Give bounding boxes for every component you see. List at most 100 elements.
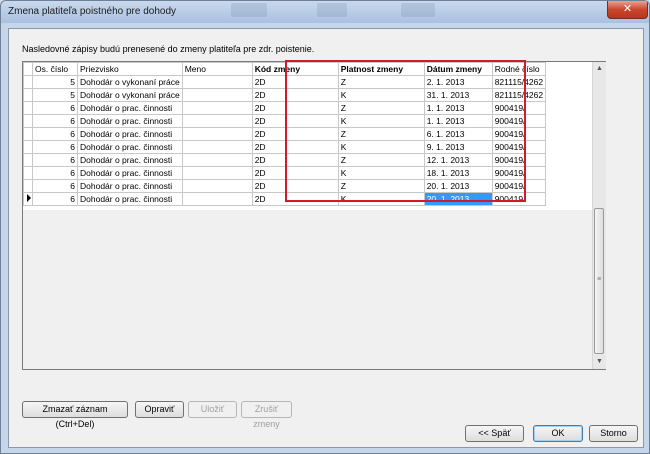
title-bar[interactable]: Zmena platiteľa poistného pre dohody ✕ <box>1 1 649 23</box>
scroll-up-icon[interactable]: ▲ <box>593 62 606 76</box>
cell-platnost-zmeny[interactable]: Z <box>337 153 425 167</box>
cell-priezvisko[interactable]: Dohodár o vykonaní práce <box>77 88 183 102</box>
save-button[interactable]: Uložiť <box>188 401 237 418</box>
cell-datum-zmeny[interactable]: 2. 1. 2013 <box>423 75 493 89</box>
cell-priezvisko[interactable]: Dohodár o prac. činnosti <box>77 140 183 154</box>
cell-datum-zmeny[interactable]: 1. 1. 2013 <box>423 101 493 115</box>
cell-kod-zmeny[interactable]: 2D <box>251 88 339 102</box>
cell-meno[interactable] <box>181 166 253 180</box>
cell-priezvisko[interactable]: Dohodár o prac. činnosti <box>77 166 183 180</box>
cell-rodne-cislo[interactable]: 900419/ <box>491 101 547 115</box>
edit-button[interactable]: Opraviť <box>135 401 184 418</box>
cell-datum-zmeny[interactable]: 20. 1. 2013 <box>423 192 493 206</box>
scroll-down-icon[interactable]: ▼ <box>593 355 606 369</box>
cell-rodne-cislo[interactable]: 821115/4262 <box>491 88 547 102</box>
cell-os-cislo[interactable]: 6 <box>32 192 78 206</box>
cell-os-cislo[interactable]: 6 <box>32 153 78 167</box>
cell-os-cislo[interactable]: 6 <box>32 166 78 180</box>
cell-kod-zmeny[interactable]: 2D <box>251 140 339 154</box>
row-indicator[interactable] <box>23 114 33 128</box>
column-header-kod-zmeny[interactable]: Kód zmeny <box>251 62 339 76</box>
row-indicator[interactable] <box>23 88 33 102</box>
cell-priezvisko[interactable]: Dohodár o prac. činnosti <box>77 101 183 115</box>
row-indicator[interactable] <box>23 140 33 154</box>
cell-os-cislo[interactable]: 6 <box>32 127 78 141</box>
table-row[interactable]: 6 Dohodár o prac. činnosti 2D Z 12. 1. 2013 9… <box>23 153 547 167</box>
cell-kod-zmeny[interactable]: 2D <box>251 127 339 141</box>
cell-datum-zmeny[interactable]: 31. 1. 2013 <box>423 88 493 102</box>
cell-meno[interactable] <box>181 179 253 193</box>
cell-meno[interactable] <box>181 127 253 141</box>
cell-os-cislo[interactable]: 6 <box>32 114 78 128</box>
cell-meno[interactable] <box>181 140 253 154</box>
cell-rodne-cislo[interactable]: 900419/ <box>491 166 547 180</box>
row-indicator[interactable] <box>23 192 33 206</box>
cell-rodne-cislo[interactable]: 900419/ <box>491 192 547 206</box>
cell-platnost-zmeny[interactable]: Z <box>337 127 425 141</box>
cell-platnost-zmeny[interactable]: K <box>337 140 425 154</box>
column-header-datum-zmeny[interactable]: Dátum zmeny <box>423 62 493 76</box>
cell-os-cislo[interactable]: 6 <box>32 101 78 115</box>
cell-rodne-cislo[interactable]: 900419/ <box>491 179 547 193</box>
cell-meno[interactable] <box>181 75 253 89</box>
cell-priezvisko[interactable]: Dohodár o prac. činnosti <box>77 127 183 141</box>
cell-platnost-zmeny[interactable]: Z <box>337 75 425 89</box>
cell-os-cislo[interactable]: 6 <box>32 179 78 193</box>
table-row[interactable]: 6 Dohodár o prac. činnosti 2D Z 6. 1. 2013 90… <box>23 127 547 141</box>
cell-platnost-zmeny[interactable]: K <box>337 114 425 128</box>
scroll-thumb[interactable]: ≡ <box>594 208 604 354</box>
row-indicator[interactable] <box>23 179 33 193</box>
cell-kod-zmeny[interactable]: 2D <box>251 192 339 206</box>
records-grid[interactable]: Os. číslo Priezvisko Meno Kód zmeny Plat… <box>22 60 606 370</box>
row-indicator[interactable] <box>23 127 33 141</box>
ok-button[interactable]: OK <box>533 425 583 442</box>
row-indicator[interactable] <box>23 101 33 115</box>
storno-button[interactable]: Storno <box>589 425 638 442</box>
cell-rodne-cislo[interactable]: 900419/ <box>491 127 547 141</box>
table-row[interactable]: 6 Dohodár o prac. činnosti 2D K 1. 1. 2013 90… <box>23 114 547 128</box>
cell-kod-zmeny[interactable]: 2D <box>251 153 339 167</box>
cell-meno[interactable] <box>181 88 253 102</box>
cell-datum-zmeny[interactable]: 20. 1. 2013 <box>423 179 493 193</box>
cell-kod-zmeny[interactable]: 2D <box>251 179 339 193</box>
cell-rodne-cislo[interactable]: 900419/ <box>491 153 547 167</box>
column-header-priezvisko[interactable]: Priezvisko <box>77 62 183 76</box>
cell-priezvisko[interactable]: Dohodár o prac. činnosti <box>77 114 183 128</box>
back-button[interactable]: << Späť <box>465 425 524 442</box>
table-row[interactable]: 6 Dohodár o prac. činnosti 2D K 18. 1. 2013 9… <box>23 166 547 180</box>
cell-platnost-zmeny[interactable]: K <box>337 192 425 206</box>
cell-rodne-cislo[interactable]: 900419/ <box>491 140 547 154</box>
table-row[interactable]: 6 Dohodár o prac. činnosti 2D K 20. 1. 2013 9… <box>23 192 547 206</box>
column-header-meno[interactable]: Meno <box>181 62 253 76</box>
cell-kod-zmeny[interactable]: 2D <box>251 114 339 128</box>
cell-priezvisko[interactable]: Dohodár o prac. činnosti <box>77 179 183 193</box>
cell-meno[interactable] <box>181 114 253 128</box>
table-row[interactable]: 5 Dohodár o vykonaní práce 2D Z 2. 1. 2013 82… <box>23 75 547 89</box>
column-header-os-cislo[interactable]: Os. číslo <box>32 62 78 76</box>
row-indicator[interactable] <box>23 75 33 89</box>
cell-datum-zmeny[interactable]: 9. 1. 2013 <box>423 140 493 154</box>
cell-platnost-zmeny[interactable]: Z <box>337 101 425 115</box>
cell-priezvisko[interactable]: Dohodár o prac. činnosti <box>77 153 183 167</box>
column-header-platnost-zmeny[interactable]: Platnost zmeny <box>337 62 425 76</box>
row-indicator[interactable] <box>23 166 33 180</box>
table-row[interactable]: 5 Dohodár o vykonaní práce 2D K 31. 1. 2013 8… <box>23 88 547 102</box>
cell-os-cislo[interactable]: 5 <box>32 88 78 102</box>
cell-rodne-cislo[interactable]: 821115/4262 <box>491 75 547 89</box>
row-indicator[interactable] <box>23 153 33 167</box>
cell-meno[interactable] <box>181 101 253 115</box>
cell-meno[interactable] <box>181 192 253 206</box>
cell-os-cislo[interactable]: 6 <box>32 140 78 154</box>
close-button[interactable]: ✕ <box>607 1 648 19</box>
cell-kod-zmeny[interactable]: 2D <box>251 75 339 89</box>
cell-priezvisko[interactable]: Dohodár o prac. činnosti <box>77 192 183 206</box>
cell-kod-zmeny[interactable]: 2D <box>251 166 339 180</box>
cell-platnost-zmeny[interactable]: K <box>337 166 425 180</box>
cell-platnost-zmeny[interactable]: Z <box>337 179 425 193</box>
table-row[interactable]: 6 Dohodár o prac. činnosti 2D Z 1. 1. 2013 90… <box>23 101 547 115</box>
cancel-changes-button[interactable]: Zrušiť zmeny <box>241 401 292 429</box>
cell-meno[interactable] <box>181 153 253 167</box>
cell-datum-zmeny[interactable]: 6. 1. 2013 <box>423 127 493 141</box>
cell-priezvisko[interactable]: Dohodár o vykonaní práce <box>77 75 183 89</box>
cell-platnost-zmeny[interactable]: K <box>337 88 425 102</box>
